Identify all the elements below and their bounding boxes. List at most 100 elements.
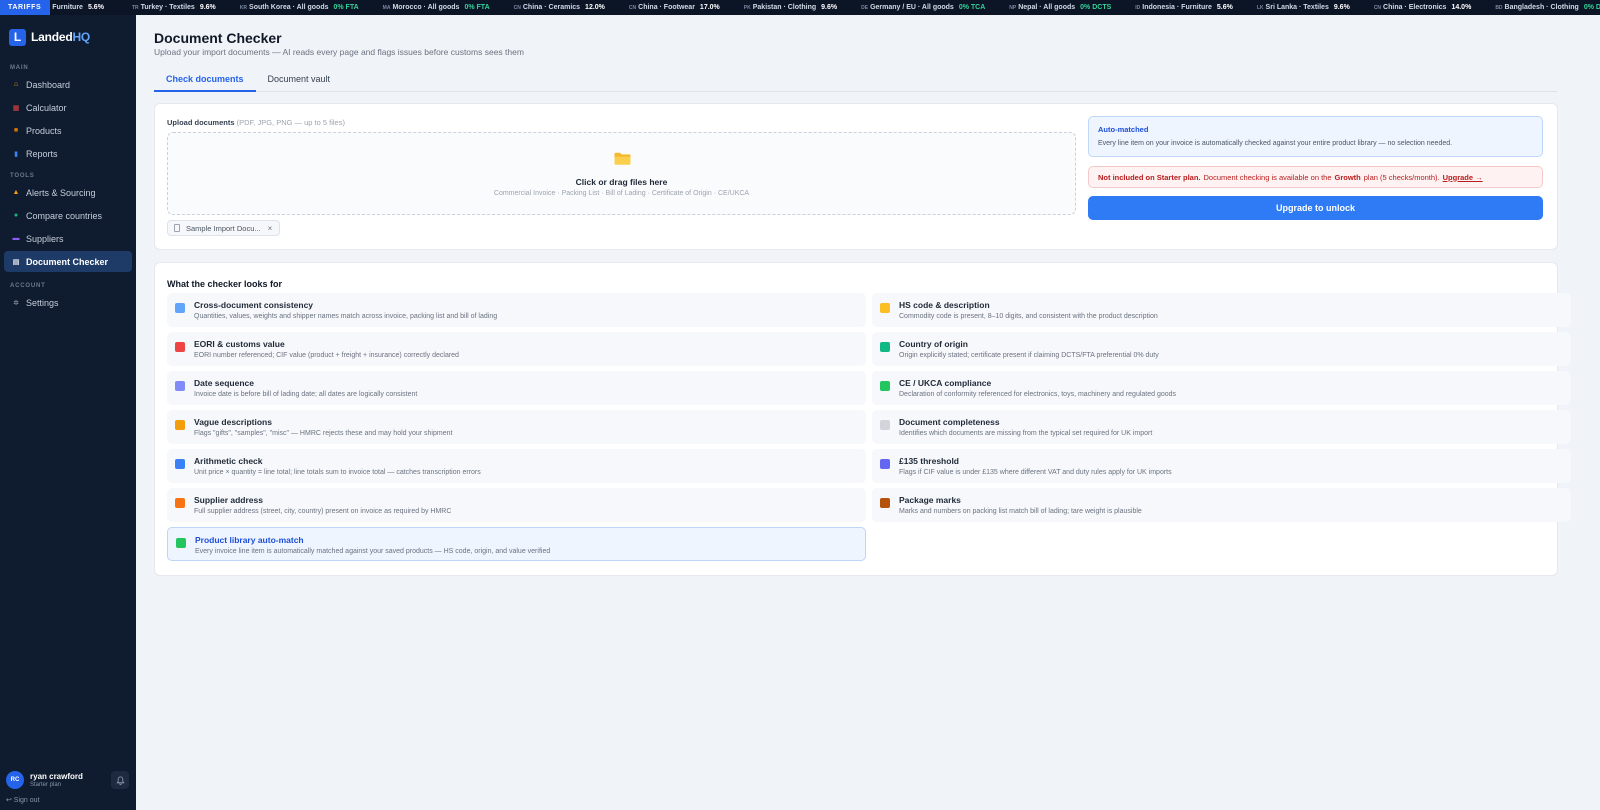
sidebar-item-settings[interactable]: ✲ Settings [4,292,132,313]
sidebar-item-reports[interactable]: ▮ Reports [4,143,132,164]
sidebar-item-suppliers[interactable]: ▬ Suppliers [4,228,132,249]
sign-out-link[interactable]: ↩ Sign out [0,795,136,810]
brand[interactable]: L LandedHQ [0,15,136,49]
upgrade-button[interactable]: Upgrade to unlock [1088,196,1543,220]
numbers-icon [175,459,185,469]
file-dropzone[interactable]: Click or drag files here Commercial Invo… [167,132,1076,215]
check-item-desc: Identifies which documents are missing f… [899,430,1153,437]
sidebar-item-label: Alerts & Sourcing [26,187,96,198]
sidebar-item-label: Products [26,125,62,136]
user-name: ryan crawford [30,772,83,781]
auto-matched-title: Auto-matched [1098,125,1149,134]
remove-file-button[interactable]: × [268,224,273,233]
check-item-desc: Flags "gifts", "samples", "misc" — HMRC … [194,430,453,437]
auto-matched-text: Every line item on your invoice is autom… [1098,140,1453,147]
ticker-item-value: 0% TCA [958,4,986,11]
check-item-title: EORI & customs value [194,339,285,349]
ticker-item-value: 9.6% [1333,4,1350,11]
gear-icon: ✲ [13,299,19,307]
sidebar-item-document-checker[interactable]: ▤ Document Checker [4,251,132,272]
home-icon: ⌂ [13,81,19,88]
ticker-item-value: 0% DCTS [1583,4,1600,11]
brand-name-main: Landed [31,30,73,44]
page-subtitle: Upload your import documents — AI reads … [154,47,524,57]
ticker-country-code: CN [1373,4,1382,11]
package-icon [880,498,890,508]
notifications-button[interactable] [111,771,129,789]
ticker-item: PK Pakistan · Clothing 9.6% [744,0,837,15]
nav-section-main: MAIN [10,65,29,71]
ticker-item: CN China · Footwear 17.0% [629,0,720,15]
upgrade-link[interactable]: Upgrade → [1443,173,1483,182]
check-item-desc: Marks and numbers on packing list match … [899,508,1142,515]
ticker-item: BDBangladesh · Clothing 0% DCTS [1495,0,1600,15]
tab-check-documents[interactable]: Check documents [154,71,256,92]
check-item-title: HS code & description [899,300,990,310]
logo-icon: L [9,28,26,46]
nav-section-account: ACCOUNT [10,283,46,289]
ticker-item: TR Turkey · Textiles 9.6% [132,0,216,15]
notice-plan: Growth [1334,172,1361,182]
globe-icon [880,342,890,352]
brand-name-accent: HQ [72,30,91,44]
check-item: Cross-document consistency Quantities, va… [167,293,866,327]
tariff-ticker: TARIFFS Furniture 5.6% TR Turkey · Textil… [0,0,1600,15]
ticker-item-name: Furniture [52,4,83,11]
check-item: £135 threshold Flags if CIF value is unde… [872,449,1571,483]
ticker-item-name: Indonesia · Furniture [1142,4,1212,11]
sidebar-item-label: Document Checker [26,256,109,267]
ticker-item-value: 0% FTA [464,4,490,11]
file-chip-name: Sample Import Docu... [186,223,261,233]
notice-bold: Not included on Starter plan. [1098,172,1201,182]
sidebar-item-dashboard[interactable]: ⌂ Dashboard [4,74,132,95]
upload-card: Upload documents (PDF, JPG, PNG — up to … [154,103,1558,250]
house-icon [175,498,185,508]
calendar-icon [175,381,185,391]
chart-icon [175,303,185,313]
ticker-item-name: Bangladesh · Clothing [1504,4,1579,11]
check-item: Document completeness Identifies which do… [872,410,1571,444]
avatar[interactable]: RC [6,771,24,789]
auto-matched-info: Auto-matched Every line item on your inv… [1088,116,1543,157]
ticker-country-code: NP [1009,4,1017,11]
check-item: CE / UKCA compliance Declaration of confo… [872,371,1571,405]
ticker-country-code: CN [628,4,637,11]
checks-title: What the checker looks for [167,279,283,289]
sidebar-item-products[interactable]: ■ Products [4,120,132,141]
notice-text-before: Document checking is available on the [1203,172,1332,182]
upload-hint: (PDF, JPG, PNG — up to 5 files) [236,118,345,127]
main-content: Document Checker Upload your import docu… [136,15,1600,810]
notice-text-after: plan (5 checks/month). [1363,172,1440,182]
check-item-desc: Quantities, values, weights and shipper … [194,313,498,320]
check-item-title: Date sequence [194,378,254,388]
check-item-desc: Every invoice line item is automatically… [195,548,551,555]
plan-restriction-notice: Not included on Starter plan. Document c… [1088,166,1543,188]
user-plan: Starter plan [30,782,62,788]
ticker-country-code: LK [1256,4,1264,11]
uploaded-file-chip[interactable]: Sample Import Docu... × [167,220,281,236]
page-title: Document Checker [154,30,282,46]
check-item-title: Vague descriptions [194,417,272,427]
check-item-desc: Unit price × quantity = line total; line… [194,469,481,476]
check-item-title: £135 threshold [899,456,959,466]
check-item: Country of origin Origin explicitly state… [872,332,1571,366]
ticker-item-value: 0% FTA [333,4,359,11]
folder-icon [614,152,631,165]
ticker-item-value: 5.6% [1216,4,1233,11]
check-item-title: Document completeness [899,417,1000,427]
check-item-desc: Declaration of conformity referenced for… [899,391,1177,398]
tab-document-vault[interactable]: Document vault [256,71,343,92]
ticker-item: Furniture 5.6% [52,0,104,15]
ticker-item: CN China · Ceramics 12.0% [514,0,605,15]
sidebar-item-calculator[interactable]: ▦ Calculator [4,97,132,118]
checks-card: What the checker looks for Cross-documen… [154,262,1571,576]
sidebar-item-compare-countries[interactable]: ● Compare countries [4,205,132,226]
check-item-desc: EORI number referenced; CIF value (produ… [194,352,459,359]
ticker-country-code: CN [513,4,521,11]
sidebar-item-alerts-sourcing[interactable]: ▲ Alerts & Sourcing [4,182,132,203]
check-item: Supplier address Full supplier address (s… [167,488,866,522]
ticker-item-name: China · Ceramics [522,4,581,11]
box-icon: ■ [13,127,19,134]
dropzone-title: Click or drag files here [575,177,668,187]
ticker-country-code: DE [861,4,869,11]
